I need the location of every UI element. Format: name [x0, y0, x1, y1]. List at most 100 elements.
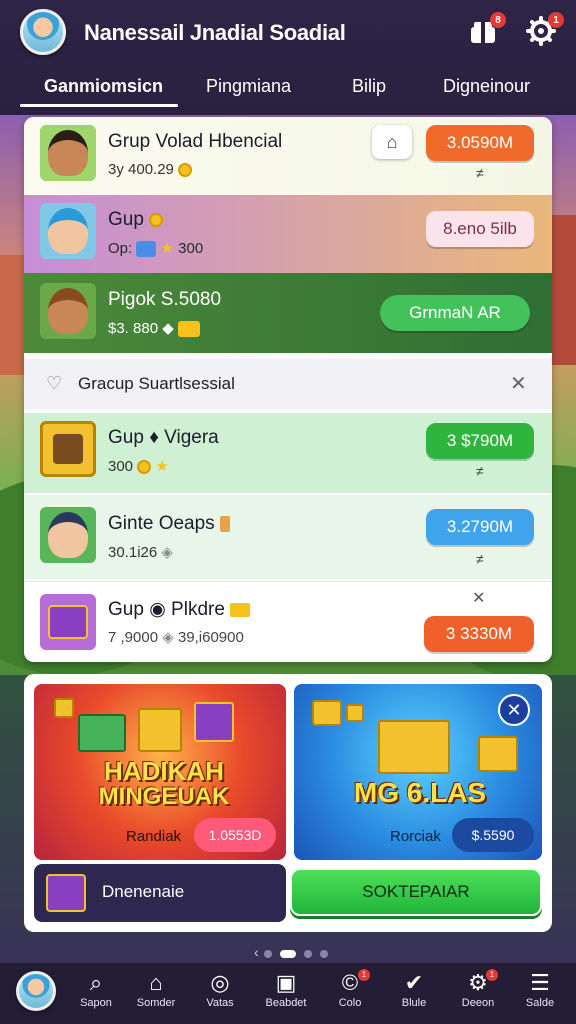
pager-dot[interactable]	[264, 950, 272, 958]
clan-icon: ⚙ 1	[448, 969, 508, 997]
settings-badge: 1	[548, 12, 564, 28]
cube-decoration	[194, 702, 234, 742]
pager-dot-active[interactable]	[280, 950, 296, 958]
chevron-icon[interactable]: ‹	[254, 944, 259, 960]
section-header: ♡ Gracup Suartlsessial ✕	[24, 359, 552, 409]
row-avatar	[40, 507, 96, 563]
tab-digneinour[interactable]: Digneinour	[443, 76, 530, 97]
close-icon[interactable]: ✕	[498, 694, 530, 726]
nav-label: Sapon	[80, 997, 112, 1009]
nav-item-quest[interactable]: ✔ Blule	[384, 969, 444, 1021]
nav-avatar[interactable]	[16, 971, 56, 1011]
nav-item-search[interactable]: ⌕ Sapon	[66, 969, 126, 1021]
coin-icon	[149, 212, 164, 227]
promo-price[interactable]: $.5590	[452, 818, 534, 852]
promo-footer-label: Dnenenaie	[102, 882, 185, 901]
gift-box-image	[48, 605, 88, 639]
shield-icon: ♡	[46, 373, 63, 393]
nav-label: Salde	[525, 997, 555, 1009]
pager-dot[interactable]	[320, 950, 328, 958]
row-sub-text: 7 ,9000	[108, 629, 159, 646]
nav-item-menu[interactable]: ☰ Salde	[510, 969, 570, 1021]
coin-icon: © 1	[320, 969, 380, 997]
list-item[interactable]: Pigok S.5080 $3. 880 ◆ GrnmaN AR	[24, 273, 552, 353]
group-list-card: Grup Volad Hbencial 3y 400.29 ⌂ 3.0590M …	[24, 117, 552, 662]
row-action-button[interactable]: 3 $790M	[426, 423, 534, 459]
tab-bilip[interactable]: Bilip	[352, 76, 386, 97]
chip-icon	[136, 241, 157, 258]
cube-decoration	[54, 698, 74, 718]
gift-badge: 8	[490, 12, 506, 28]
promo-headline-1: HADIKAH	[104, 756, 224, 786]
nav-item-coin[interactable]: © 1 Colo	[320, 969, 380, 1021]
top-bar: Nanessail Jnadial Soadial 8 1 Ganmiomsic…	[0, 0, 576, 115]
nav-label: Beabdet	[265, 997, 307, 1009]
promo-label: Rorciak	[390, 828, 441, 845]
list-item[interactable]: Gup Op: ★ 300 8.eno 5ilb	[24, 195, 552, 273]
row-subtitle: 3y 400.29	[108, 161, 193, 178]
row-title: Gup ◉ Plkdre	[108, 598, 251, 621]
row-title: Grup Volad Hbencial	[108, 131, 283, 152]
row-sub-text: 30.1i26	[108, 544, 158, 561]
row-action-button[interactable]: 3.2790M	[426, 509, 534, 545]
row-title-text: Ginte Oeaps	[108, 513, 215, 534]
row-action-button[interactable]: 3.0590M	[426, 125, 534, 161]
profile-avatar[interactable]	[20, 9, 66, 55]
gift-icon[interactable]: 8	[466, 12, 506, 48]
row-action-button[interactable]: 3 3330M	[424, 616, 534, 652]
scroll-icon: ▣	[275, 970, 297, 995]
cube-decoration	[478, 736, 518, 772]
house-left	[0, 255, 24, 375]
promo-headline: MG 6.LAS	[353, 777, 487, 808]
nav-badge: 1	[486, 969, 498, 981]
promo-footer-info[interactable]: Dnenenaie	[34, 864, 286, 922]
promo-banner-right[interactable]: ✕ MG 6.LAS Rorciak $.5590	[294, 684, 542, 860]
settings-icon[interactable]: 1	[524, 12, 564, 48]
nav-label: Colo	[338, 997, 362, 1009]
section-title: Gracup Suartlsessial	[78, 374, 235, 393]
row-title-text: Gup ◉ Plkdre	[108, 599, 225, 620]
nav-item-clan[interactable]: ⚙ 1 Deeon	[448, 969, 508, 1021]
list-item[interactable]: Ginte Oeaps 30.1i26 ◈ 3.2790M ≠	[24, 495, 552, 579]
pager-dot[interactable]	[304, 950, 312, 958]
row-mark: ≠	[476, 165, 484, 181]
promo-banner-left[interactable]: HADIKAH MINGEUAK Randiak 1.0553D	[34, 684, 286, 860]
cta-button[interactable]: SOKTEPAIAR	[290, 868, 542, 916]
coin-icon	[178, 163, 193, 178]
nav-label: Vatas	[206, 997, 234, 1009]
list-item[interactable]: Gup ♦ Vigera 300 ★ 3 $790M ≠	[24, 413, 552, 493]
chat-icon: ◎	[210, 970, 230, 995]
shop-icon: ⌂	[149, 970, 163, 995]
row-action-button[interactable]: 8.eno 5ilb	[426, 211, 534, 247]
row-sub-text: 300	[108, 458, 134, 475]
home-icon-button[interactable]: ⌂	[372, 125, 412, 159]
house-right	[552, 215, 576, 365]
row-subtitle: Op: ★ 300	[108, 239, 203, 258]
row-avatar	[40, 125, 96, 181]
nav-item-chat[interactable]: ◎ Vatas	[190, 969, 250, 1021]
row-avatar	[40, 203, 96, 259]
row-title: Ginte Oeaps	[108, 513, 230, 535]
tab-ganmiomsicn[interactable]: Ganmiomsicn	[44, 76, 163, 97]
nav-item-scroll[interactable]: ▣ Beabdet	[256, 969, 316, 1021]
row-title-text: Gup	[108, 209, 144, 230]
carousel-pager: ‹	[0, 944, 576, 964]
promo-price[interactable]: 1.0553D	[194, 818, 276, 852]
row-action-button[interactable]: GrnmaN AR	[380, 295, 530, 331]
tab-pingmiana[interactable]: Pingmiana	[206, 76, 291, 97]
nav-item-shop[interactable]: ⌂ Somder	[126, 969, 186, 1021]
close-icon[interactable]: ✕	[510, 371, 527, 396]
star-icon: ★	[155, 458, 169, 475]
cube-decoration	[78, 714, 126, 752]
list-item[interactable]: Grup Volad Hbencial 3y 400.29 ⌂ 3.0590M …	[24, 117, 552, 195]
row-sub-value: 39,i60900	[177, 629, 244, 646]
close-icon[interactable]: ✕	[472, 588, 485, 608]
search-icon: ⌕	[89, 970, 103, 995]
list-item[interactable]: Gup ◉ Plkdre 7 ,9000 ◈ 39,i60900 ✕ 3 333…	[24, 581, 552, 662]
cube-decoration	[138, 708, 182, 752]
row-title: Gup ♦ Vigera	[108, 427, 219, 448]
gem-icon: ◆	[162, 320, 174, 337]
row-avatar	[40, 421, 96, 477]
gift-box-icon	[46, 874, 86, 912]
quest-icon: ✔	[404, 970, 424, 995]
